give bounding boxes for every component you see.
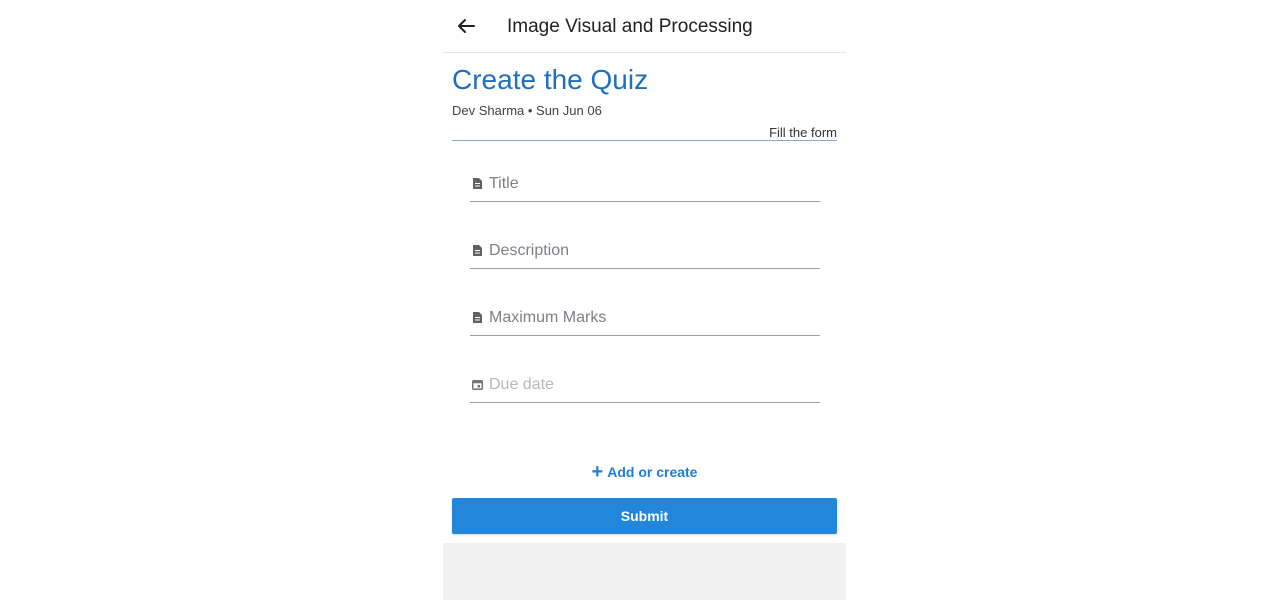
add-or-create-button[interactable]: + Add or create bbox=[443, 461, 846, 483]
app-screen: Image Visual and Processing Create the Q… bbox=[443, 0, 846, 600]
maximum-marks-input[interactable] bbox=[489, 308, 809, 327]
back-button[interactable] bbox=[453, 13, 479, 39]
due-date-field[interactable] bbox=[470, 367, 820, 403]
document-icon bbox=[472, 245, 483, 257]
submit-button[interactable]: Submit bbox=[452, 498, 837, 534]
page-title: Create the Quiz bbox=[452, 64, 649, 95]
app-bar: Image Visual and Processing bbox=[443, 0, 846, 53]
document-icon bbox=[472, 178, 483, 190]
maximum-marks-field[interactable] bbox=[470, 300, 820, 336]
description-field[interactable] bbox=[470, 233, 820, 269]
bottom-panel bbox=[443, 543, 846, 600]
add-or-create-label: Add or create bbox=[607, 464, 698, 480]
app-bar-title: Image Visual and Processing bbox=[507, 16, 753, 37]
description-input[interactable] bbox=[489, 241, 809, 260]
form-hint: Fill the form bbox=[769, 125, 837, 140]
author-date: Dev Sharma • Sun Jun 06 bbox=[452, 103, 602, 118]
calendar-icon bbox=[472, 379, 483, 391]
title-input[interactable] bbox=[489, 174, 809, 193]
document-icon bbox=[472, 312, 483, 324]
due-date-input[interactable] bbox=[489, 375, 809, 394]
title-field[interactable] bbox=[470, 166, 820, 202]
form-hint-divider: Fill the form bbox=[452, 124, 837, 141]
plus-icon: + bbox=[591, 461, 604, 483]
arrow-left-icon bbox=[458, 19, 475, 33]
